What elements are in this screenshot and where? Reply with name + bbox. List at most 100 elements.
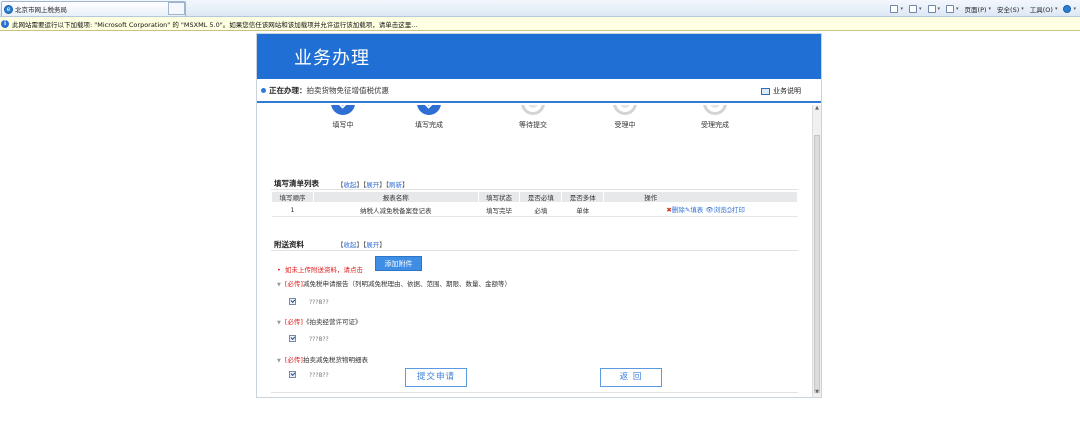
attachment-name: 减免税申请报告（列明减免税理由、依据、范围、期限、数量、金额等） (302, 280, 511, 288)
eye-icon: 👁 (705, 206, 714, 214)
info-icon: i (1, 19, 9, 28)
attachment-item[interactable]: ▼ [必传]拍卖减免税货物明细表 (277, 354, 368, 364)
tools-menu-label: 工具(O) (1029, 5, 1053, 14)
page-menu[interactable]: 页面(P) ▾ (965, 4, 992, 14)
step-label: 等待提交 (519, 121, 547, 129)
attachment-item[interactable]: ▼ [必传]《拍卖经营许可证》 (277, 316, 361, 326)
table-header-row: 填写顺序 报表名称 填写状态 是否必填 是否多体 操作 (271, 191, 798, 203)
book-icon (761, 87, 770, 95)
required-tag: [必传] (284, 356, 303, 364)
bullet-icon (261, 87, 266, 93)
ie-icon: e (4, 4, 13, 14)
attachment-name: 《拍卖经营许可证》 (302, 318, 362, 326)
collapse-link[interactable]: 收起 (344, 181, 357, 189)
tools-menu[interactable]: 工具(O) ▾ (1030, 4, 1058, 14)
attachment-name: 拍卖减免税货物明细表 (302, 356, 368, 364)
help-menu[interactable]: ▾ (1063, 4, 1076, 13)
browser-tab[interactable]: e 北京市网上税务局 (1, 1, 186, 16)
business-help-link[interactable]: 业务说明 (761, 86, 801, 96)
fill-list-links: 【收起】【展开】【刷新】 (337, 181, 409, 189)
cell-report-name: 纳税人减免税备案登记表 (313, 202, 478, 217)
attachment-file[interactable]: ???8?? (309, 336, 329, 343)
safety-menu[interactable]: 安全(S) ▾ (997, 4, 1024, 14)
attachments-links: 【收起】【展开】 (337, 241, 386, 249)
view-link[interactable]: 浏览 (714, 206, 727, 214)
upload-note: • 如未上传附送资料，请点击 (277, 264, 363, 274)
back-button[interactable]: 返 回 (600, 368, 662, 387)
processing-label: 正在办理： (269, 85, 307, 95)
divider (271, 392, 798, 393)
add-attachment-button[interactable]: 添加附件 (375, 256, 422, 271)
cell-multi: 单体 (561, 202, 604, 217)
step-label: 填写中 (332, 121, 354, 129)
page-menu-label: 页面(P) (964, 5, 987, 14)
delete-link[interactable]: 删除 (672, 206, 685, 214)
step-done-icon (331, 105, 355, 115)
home-icon (890, 4, 899, 13)
step-label: 受理完成 (701, 121, 729, 129)
note-bullet: • (277, 266, 281, 274)
scroll-up-arrow-icon[interactable]: ▲ (813, 105, 821, 113)
collapse-triangle-icon: ▼ (277, 282, 281, 288)
step-label: 受理中 (614, 121, 636, 129)
column-header: 报表名称 (312, 191, 479, 203)
operations: ✖删除✎填表 👁浏览⎙打印 (666, 206, 744, 214)
business-help-label: 业务说明 (773, 87, 801, 95)
tab-title: 北京市网上税务局 (15, 6, 67, 14)
required-tag: [必传] (284, 280, 303, 288)
help-icon (1063, 4, 1072, 13)
expand-link[interactable]: 展开 (366, 241, 379, 249)
attachment-item[interactable]: ▼ [必传]减免税申请报告（列明减免税理由、依据、范围、期限、数量、金额等） (277, 278, 511, 288)
page-container: 业务办理 正在办理： 拍卖货物免征增值税优惠 业务说明 填写中 填写完成 等待提… (256, 33, 822, 398)
mail-button[interactable]: ▾ (927, 4, 940, 13)
page-title: 业务办理 (294, 48, 370, 69)
attachment-checkbox[interactable] (289, 335, 296, 342)
attachment-checkbox[interactable] (289, 298, 296, 305)
note-text: 如未上传附送资料，请点击 (284, 266, 363, 274)
collapse-triangle-icon: ▼ (277, 320, 281, 326)
info-bar-text: 此网站需要运行以下加载项: "Microsoft Corporation" 的 … (12, 20, 418, 29)
cell-required: 必填 (519, 202, 562, 217)
step-label: 填写完成 (415, 121, 443, 129)
scroll-thumb[interactable] (814, 135, 820, 393)
new-tab-button[interactable] (168, 2, 185, 15)
feeds-button[interactable]: ▾ (908, 4, 922, 13)
refresh-link[interactable]: 刷新 (389, 181, 402, 189)
cell-status: 填写完毕 (478, 202, 520, 217)
column-header: 填写状态 (477, 191, 521, 203)
divider (271, 189, 798, 190)
vertical-scrollbar[interactable]: ▲ ▼ (812, 105, 821, 397)
expand-link[interactable]: 展开 (366, 181, 379, 189)
collapse-triangle-icon: ▼ (277, 358, 281, 364)
attachment-file[interactable]: ???8?? (309, 299, 329, 306)
step-pending-icon (521, 105, 545, 115)
scroll-down-arrow-icon[interactable]: ▼ (813, 389, 821, 397)
required-tag: [必传] (284, 318, 303, 326)
step-pending-icon (703, 105, 727, 115)
browser-toolbar: e 北京市网上税务局 ▾ ▾ ▾ ▾ 页面(P) ▾ 安全(S) ▾ 工具(O) ▾ … (0, 0, 1080, 17)
step-done-icon (417, 105, 441, 115)
submit-application-button[interactable]: 提交申请 (405, 368, 467, 387)
attachments-title: 附送资料 (274, 240, 304, 249)
column-header: 是否多体 (561, 191, 605, 203)
cell-order: 1 (271, 202, 314, 217)
column-header: 操作 (603, 191, 798, 203)
banner: 业务办理 (257, 34, 821, 79)
print-link[interactable]: 打印 (732, 206, 745, 214)
step-pending-icon (613, 105, 637, 115)
attachment-file[interactable]: ???8?? (309, 372, 329, 379)
mail-icon (927, 4, 936, 13)
attachment-checkbox[interactable] (289, 371, 296, 378)
home-button[interactable]: ▾ (890, 4, 903, 13)
safety-menu-label: 安全(S) (997, 5, 1020, 14)
fill-list-table: 填写顺序 报表名称 填写状态 是否必填 是否多体 操作 1 纳税人减免税备案登记… (271, 191, 798, 217)
info-bar[interactable]: i 此网站需要运行以下加载项: "Microsoft Corporation" … (0, 17, 1080, 31)
cell-operations: ✖删除✎填表 👁浏览⎙打印 (603, 202, 798, 217)
command-bar: ▾ ▾ ▾ ▾ 页面(P) ▾ 安全(S) ▾ 工具(O) ▾ ▾ (890, 2, 1076, 15)
content-area: 填写中 填写完成 等待提交 受理中 受理完成 填写清单列表 【收起】【展开】【刷… (257, 105, 821, 397)
column-header: 填写顺序 (271, 191, 314, 203)
feeds-icon (908, 4, 917, 13)
fill-form-link[interactable]: 填表 (690, 206, 703, 214)
collapse-link[interactable]: 收起 (344, 241, 357, 249)
print-button[interactable]: ▾ (946, 4, 959, 13)
